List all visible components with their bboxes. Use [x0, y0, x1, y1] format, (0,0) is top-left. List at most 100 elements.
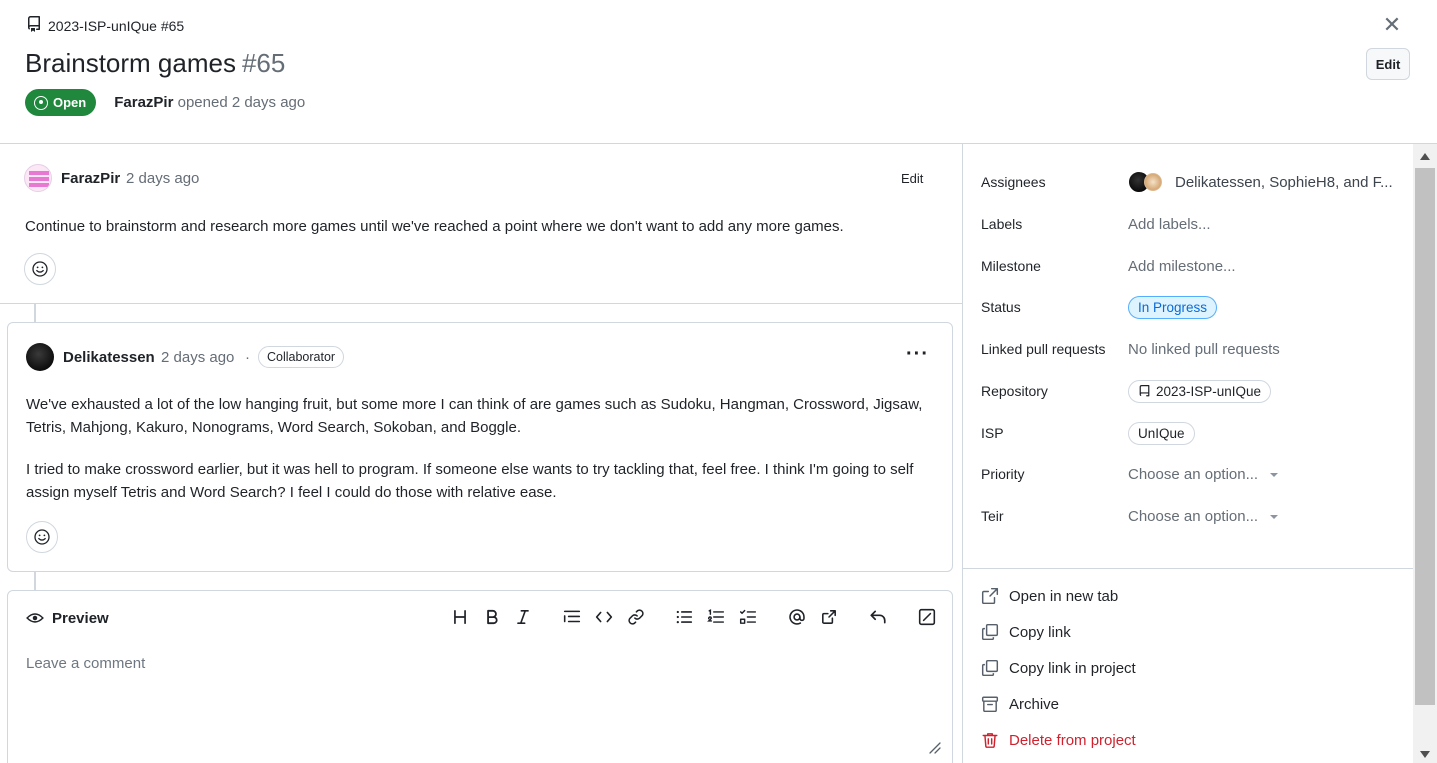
field-status[interactable]: Status In Progress [981, 295, 1401, 319]
sidebar-scrollbar[interactable] [1413, 144, 1437, 763]
resize-handle-icon[interactable] [928, 741, 942, 755]
preview-tab[interactable]: Preview [26, 609, 109, 627]
issue-opened-icon [34, 95, 48, 110]
archive-action[interactable]: Archive [981, 692, 1059, 716]
smiley-icon [34, 529, 50, 545]
collaborator-badge: Collaborator [258, 346, 345, 368]
bold-icon[interactable] [480, 605, 504, 629]
issue-sidebar: Assignees Delikatessen, SophieH8, and F.… [962, 144, 1413, 763]
issue-title: Brainstorm games #65 [25, 48, 285, 79]
field-priority[interactable]: Priority Choose an option... [981, 462, 1401, 486]
comment-timestamp[interactable]: 2 days ago [161, 349, 234, 366]
comment-body: Continue to brainstorm and research more… [25, 218, 844, 235]
fullscreen-icon[interactable] [915, 605, 939, 629]
trash-icon [982, 733, 998, 748]
reference-icon[interactable] [817, 605, 841, 629]
bulleted-list-icon[interactable] [672, 605, 696, 629]
field-milestone[interactable]: Milestone Add milestone... [981, 254, 1401, 278]
action-label: Open in new tab [1009, 587, 1119, 605]
link-icon[interactable] [624, 605, 648, 629]
add-reaction-button[interactable] [24, 253, 56, 285]
task-list-icon[interactable] [736, 605, 760, 629]
edit-comment-button[interactable]: Edit [901, 171, 923, 186]
timeline-connector [34, 304, 36, 322]
delete-from-project-action[interactable]: Delete from project [981, 728, 1136, 752]
quote-icon[interactable] [560, 605, 584, 629]
field-linked-prs[interactable]: Linked pull requests No linked pull requ… [981, 337, 1401, 361]
code-icon[interactable] [592, 605, 616, 629]
chevron-down-icon [1270, 472, 1279, 477]
comment-author[interactable]: Delikatessen [63, 349, 155, 366]
issue-number: #65 [241, 48, 286, 78]
issue-main: FarazPir 2 days ago Edit Continue to bra… [0, 144, 962, 763]
isp-badge: UnIQue [1128, 421, 1195, 445]
issue-body-comment: FarazPir 2 days ago Edit Continue to bra… [0, 144, 962, 304]
action-label: Delete from project [1009, 731, 1136, 749]
italic-icon[interactable] [511, 605, 535, 629]
field-assignees[interactable]: Assignees Delikatessen, SophieH8, and F.… [981, 170, 1401, 194]
kebab-menu-icon[interactable]: ··· [906, 343, 929, 366]
copy-icon [981, 659, 999, 677]
field-isp[interactable]: ISP UnIQue [981, 421, 1401, 445]
field-label: Linked pull requests [981, 341, 1106, 357]
copy-link-action[interactable]: Copy link [981, 620, 1071, 644]
field-repository[interactable]: Repository 2023-ISP-unIQue [981, 379, 1401, 403]
field-label: Status [981, 299, 1021, 315]
preview-label: Preview [52, 609, 109, 627]
field-value: Delikatessen, SophieH8, and F... [1175, 173, 1393, 191]
eye-icon [26, 613, 44, 623]
scrollbar-thumb[interactable] [1415, 168, 1435, 705]
issue-title-text: Brainstorm games [25, 48, 236, 78]
field-label: Labels [981, 216, 1023, 232]
issue-opened-text: opened 2 days ago [177, 94, 306, 111]
issue-opened-info: FarazPir opened 2 days ago [114, 94, 305, 111]
mention-icon[interactable] [785, 605, 809, 629]
field-labels[interactable]: Labels Add labels... [981, 212, 1401, 236]
field-value: Choose an option... [1128, 465, 1259, 483]
heading-icon[interactable] [448, 605, 472, 629]
field-value: Choose an option... [1128, 507, 1259, 525]
action-label: Archive [1009, 695, 1060, 713]
undo-icon[interactable] [866, 605, 890, 629]
copy-icon [981, 623, 999, 641]
field-value: Add labels... [1128, 215, 1211, 233]
repo-reference[interactable]: 2023-ISP-unIQue #65 [26, 16, 184, 35]
field-value: Add milestone... [1128, 257, 1236, 275]
comment-card: Delikatessen 2 days ago · Collaborator ·… [7, 322, 953, 572]
field-label: ISP [981, 425, 1004, 441]
scroll-up-arrow-icon[interactable] [1420, 153, 1430, 160]
comment-editor: Preview Leave a comment [7, 590, 953, 763]
field-value: No linked pull requests [1128, 340, 1280, 358]
archive-icon [981, 696, 999, 713]
field-label: Repository [981, 383, 1048, 399]
avatar[interactable] [24, 164, 52, 192]
repository-badge[interactable]: 2023-ISP-unIQue [1128, 379, 1272, 403]
close-icon[interactable]: ✕ [1382, 14, 1402, 36]
open-in-new-tab-action[interactable]: Open in new tab [981, 584, 1118, 608]
add-reaction-button[interactable] [26, 521, 58, 553]
field-label: Assignees [981, 174, 1046, 190]
issue-header: 2023-ISP-unIQue #65 Brainstorm games #65 … [0, 0, 1437, 144]
scroll-down-arrow-icon[interactable] [1420, 751, 1430, 758]
avatar[interactable] [26, 343, 54, 371]
comment-author[interactable]: FarazPir [61, 170, 120, 187]
chevron-down-icon [1270, 514, 1279, 519]
comment-paragraph: We've exhausted a lot of the low hanging… [26, 396, 923, 436]
issue-meta: Open FarazPir opened 2 days ago [25, 89, 305, 116]
field-label: Teir [981, 508, 1004, 524]
copy-link-in-project-action[interactable]: Copy link in project [981, 656, 1136, 680]
edit-title-button[interactable]: Edit [1366, 48, 1410, 80]
repo-icon [1139, 384, 1150, 396]
field-label: Milestone [981, 258, 1041, 274]
comment-paragraph: I tried to make crossword earlier, but i… [26, 461, 914, 501]
field-teir[interactable]: Teir Choose an option... [981, 504, 1401, 528]
issue-state-label: Open [53, 95, 87, 110]
field-label: Priority [981, 466, 1025, 482]
issue-author-link[interactable]: FarazPir [114, 94, 173, 111]
comment-timestamp[interactable]: 2 days ago [126, 170, 199, 187]
numbered-list-icon[interactable] [704, 605, 728, 629]
action-label: Copy link [1009, 623, 1071, 641]
action-label: Copy link in project [1009, 659, 1136, 677]
repo-ref-text: 2023-ISP-unIQue #65 [48, 17, 185, 34]
comment-textarea[interactable]: Leave a comment [26, 655, 145, 672]
